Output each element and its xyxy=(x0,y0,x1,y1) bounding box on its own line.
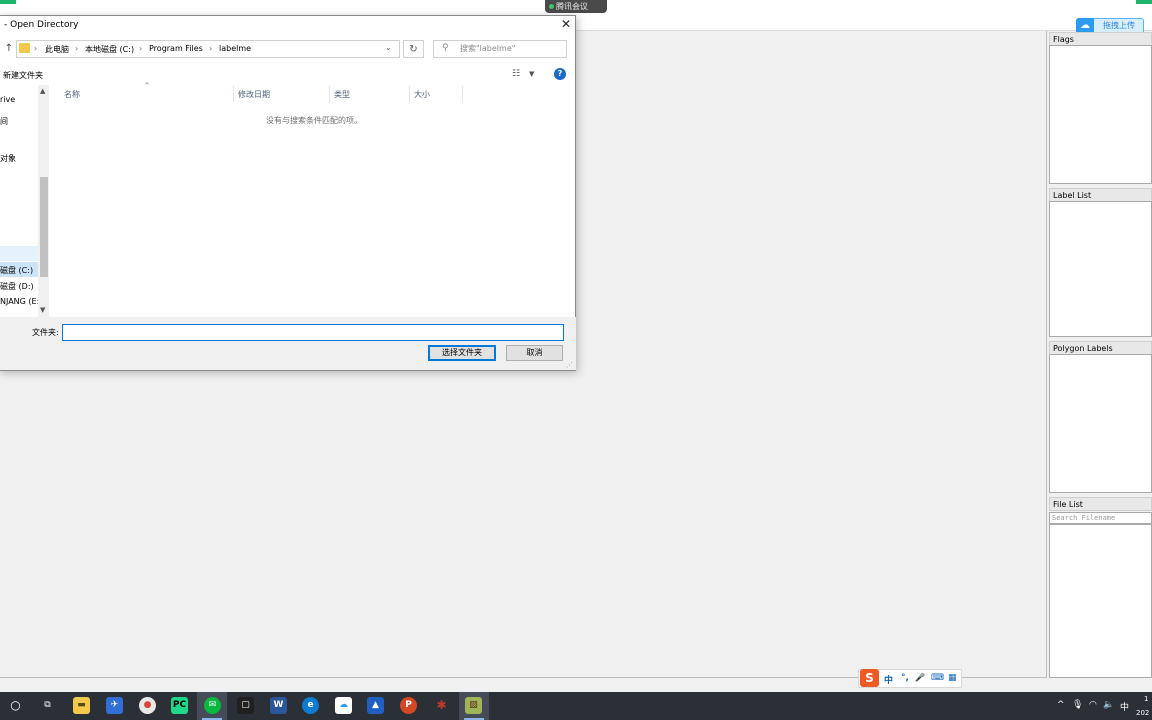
meeting-label: 腾讯会议 xyxy=(556,2,588,11)
breadcrumb-labelme[interactable]: labelme xyxy=(219,44,251,53)
pin-app-icon[interactable]: ✈ xyxy=(106,697,123,714)
column-divider[interactable] xyxy=(329,86,330,102)
help-icon[interactable]: ? xyxy=(554,68,566,80)
search-input[interactable]: 搜索"labelme" xyxy=(433,40,567,58)
resize-grip-icon[interactable]: ⋰ xyxy=(566,361,573,369)
chevron-right-icon[interactable]: › xyxy=(75,44,78,53)
label-list-dock-title: Label List xyxy=(1049,188,1152,202)
nav-item-time[interactable]: 间 xyxy=(0,116,8,127)
wechat-icon[interactable]: ✉ xyxy=(204,697,221,714)
pycharm-icon[interactable]: PC xyxy=(171,697,188,714)
column-divider[interactable] xyxy=(409,86,410,102)
view-dropdown-icon[interactable]: ▼ xyxy=(529,70,534,78)
flags-list[interactable] xyxy=(1049,45,1152,184)
column-divider[interactable] xyxy=(462,86,463,102)
input-language-indicator[interactable]: 中 xyxy=(1120,700,1129,713)
ime-mode-toggle[interactable]: 中 xyxy=(884,673,893,686)
microphone-icon[interactable]: 🎙 xyxy=(1072,700,1083,710)
clock-time[interactable]: 1 xyxy=(1144,695,1148,703)
chrome-icon[interactable]: ● xyxy=(139,697,156,714)
upload-label: 拖拽上传 xyxy=(1103,21,1135,30)
breadcrumb-this-pc[interactable]: 此电脑 xyxy=(45,44,69,55)
view-options-icon[interactable]: ☷ xyxy=(512,69,520,79)
ime-punct-toggle[interactable]: °, xyxy=(901,673,909,683)
file-list[interactable] xyxy=(1049,524,1152,678)
nav-item-disk-c[interactable]: 磁盘 (C:) xyxy=(0,265,33,276)
new-folder-button[interactable]: 新建文件夹 xyxy=(3,70,43,81)
scroll-down-icon[interactable]: ▼ xyxy=(40,306,45,314)
photos-app-icon[interactable]: ▲ xyxy=(367,697,384,714)
keyboard-icon[interactable]: ⌨ xyxy=(931,673,944,683)
polygon-labels-dock-title: Polygon Labels xyxy=(1049,341,1152,355)
sort-ascending-icon: ^ xyxy=(144,82,150,90)
dialog-title: - Open Directory xyxy=(4,20,79,30)
clock-date[interactable]: 202 xyxy=(1136,709,1149,717)
folder-name-input[interactable] xyxy=(62,324,564,341)
cloud-drive-icon[interactable]: ☁ xyxy=(335,697,352,714)
search-icon[interactable]: ○ xyxy=(7,697,24,714)
volume-icon[interactable]: 🔈 xyxy=(1103,700,1114,710)
address-bar[interactable] xyxy=(16,40,400,58)
chevron-right-icon[interactable]: › xyxy=(139,44,142,53)
column-divider[interactable] xyxy=(233,86,234,102)
column-header-modified[interactable]: 修改日期 xyxy=(238,89,270,100)
nav-item-disk-e[interactable]: NJANG (E:) xyxy=(0,297,42,306)
wifi-icon[interactable]: ◠ xyxy=(1089,700,1097,710)
column-header-type[interactable]: 类型 xyxy=(334,89,350,100)
task-view-icon[interactable]: ⧉ xyxy=(39,697,56,714)
close-icon[interactable]: ✕ xyxy=(559,17,573,31)
chevron-up-icon[interactable]: ^ xyxy=(1057,700,1065,710)
file-explorer-icon[interactable]: ▬ xyxy=(73,697,90,714)
label-list[interactable] xyxy=(1049,201,1152,337)
sogou-logo-icon[interactable]: S xyxy=(860,669,879,687)
empty-results-message: 没有与搜索条件匹配的项。 xyxy=(266,116,362,125)
polygon-labels-list[interactable] xyxy=(1049,354,1152,493)
chevron-down-icon[interactable]: ⌄ xyxy=(385,43,392,52)
nav-item-hover xyxy=(0,246,38,261)
up-arrow-icon[interactable]: ↑ xyxy=(3,43,15,55)
refresh-button[interactable]: ↻ xyxy=(403,40,424,58)
window-indicator-left xyxy=(0,0,16,4)
nav-item-disk-d[interactable]: 磁盘 (D:) xyxy=(0,281,34,292)
meeting-indicator[interactable]: 腾讯会议 xyxy=(545,0,607,13)
window-indicator-right xyxy=(1136,0,1152,4)
file-list-dock-title: File List xyxy=(1049,497,1152,511)
select-folder-button[interactable]: 选择文件夹 xyxy=(428,345,496,361)
word-icon[interactable]: W xyxy=(270,697,287,714)
recording-dot-icon xyxy=(549,4,554,9)
breadcrumb-program-files[interactable]: Program Files xyxy=(149,44,203,53)
nav-item-objects[interactable]: 对象 xyxy=(0,153,16,164)
chevron-right-icon[interactable]: › xyxy=(209,44,212,53)
camera-app-icon[interactable]: ▢ xyxy=(237,697,254,714)
ladybug-app-icon[interactable]: ✱ xyxy=(433,697,450,714)
nav-scrollbar-thumb[interactable] xyxy=(40,177,48,277)
powerpoint-icon[interactable]: P xyxy=(400,697,417,714)
column-header-name[interactable]: 名称 xyxy=(64,89,80,100)
folder-icon xyxy=(19,43,30,53)
ime-menu-icon[interactable]: ▦ xyxy=(948,673,957,683)
cancel-button[interactable]: 取消 xyxy=(506,345,563,361)
edge-icon[interactable]: e xyxy=(302,697,319,714)
column-header-size[interactable]: 大小 xyxy=(414,89,430,100)
labelme-app-icon[interactable]: ▨ xyxy=(465,697,482,714)
nav-item-onedrive[interactable]: rive xyxy=(0,95,15,104)
chevron-right-icon: › xyxy=(34,44,38,53)
breadcrumb-local-disk[interactable]: 本地磁盘 (C:) xyxy=(85,44,134,55)
file-search-input[interactable]: Search Filename xyxy=(1049,512,1152,524)
flags-dock-title: Flags xyxy=(1049,32,1152,46)
search-icon: ⚲ xyxy=(442,43,449,53)
microphone-icon[interactable]: 🎤 xyxy=(915,673,925,682)
folder-label: 文件夹: xyxy=(32,328,59,337)
scroll-up-icon[interactable]: ▲ xyxy=(40,87,45,95)
